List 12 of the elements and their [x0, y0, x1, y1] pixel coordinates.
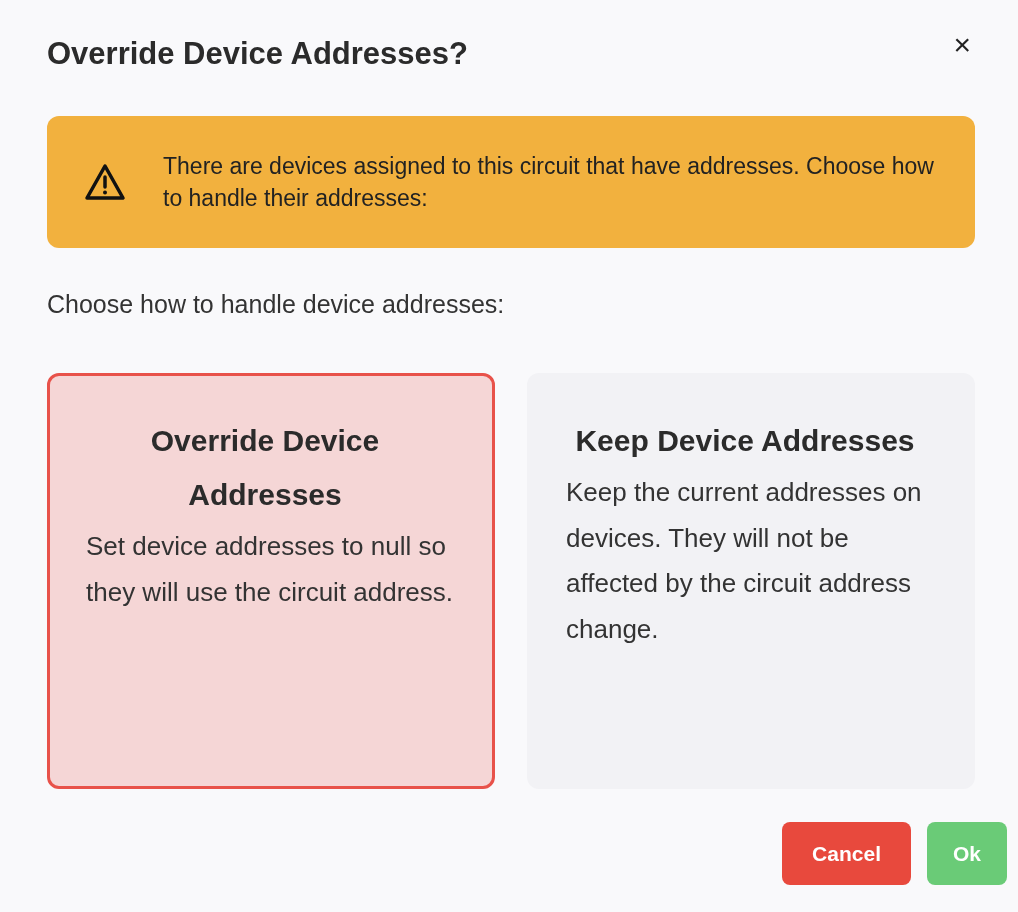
warning-icon	[83, 162, 127, 202]
close-button[interactable]: ×	[949, 30, 975, 60]
option-description: Set device addresses to null so they will use the circuit address.	[86, 530, 455, 609]
option-title: Override Device Addresses	[149, 423, 381, 513]
option-card[interactable]: Override Device Addresses Set device addresses to null so they will use the circuit address.	[47, 373, 495, 789]
prompt-text: Choose how to handle device addresses:	[47, 290, 506, 319]
cancel-button[interactable]: Cancel	[782, 822, 911, 885]
option-title: Keep Device Addresses	[574, 423, 916, 459]
option-description: Keep the current addresses on devices. They will not be affected by the circuit address change.	[566, 476, 923, 646]
warning-text: There are devices assigned to this circuit that have addresses. Choose how to handle their addresses:	[163, 151, 935, 213]
option-card[interactable]: Keep Device Addresses Keep the current addresses on devices. They will not be affected by the circuit address change.	[527, 373, 975, 789]
dialog-title: Override Device Addresses?	[47, 36, 468, 72]
